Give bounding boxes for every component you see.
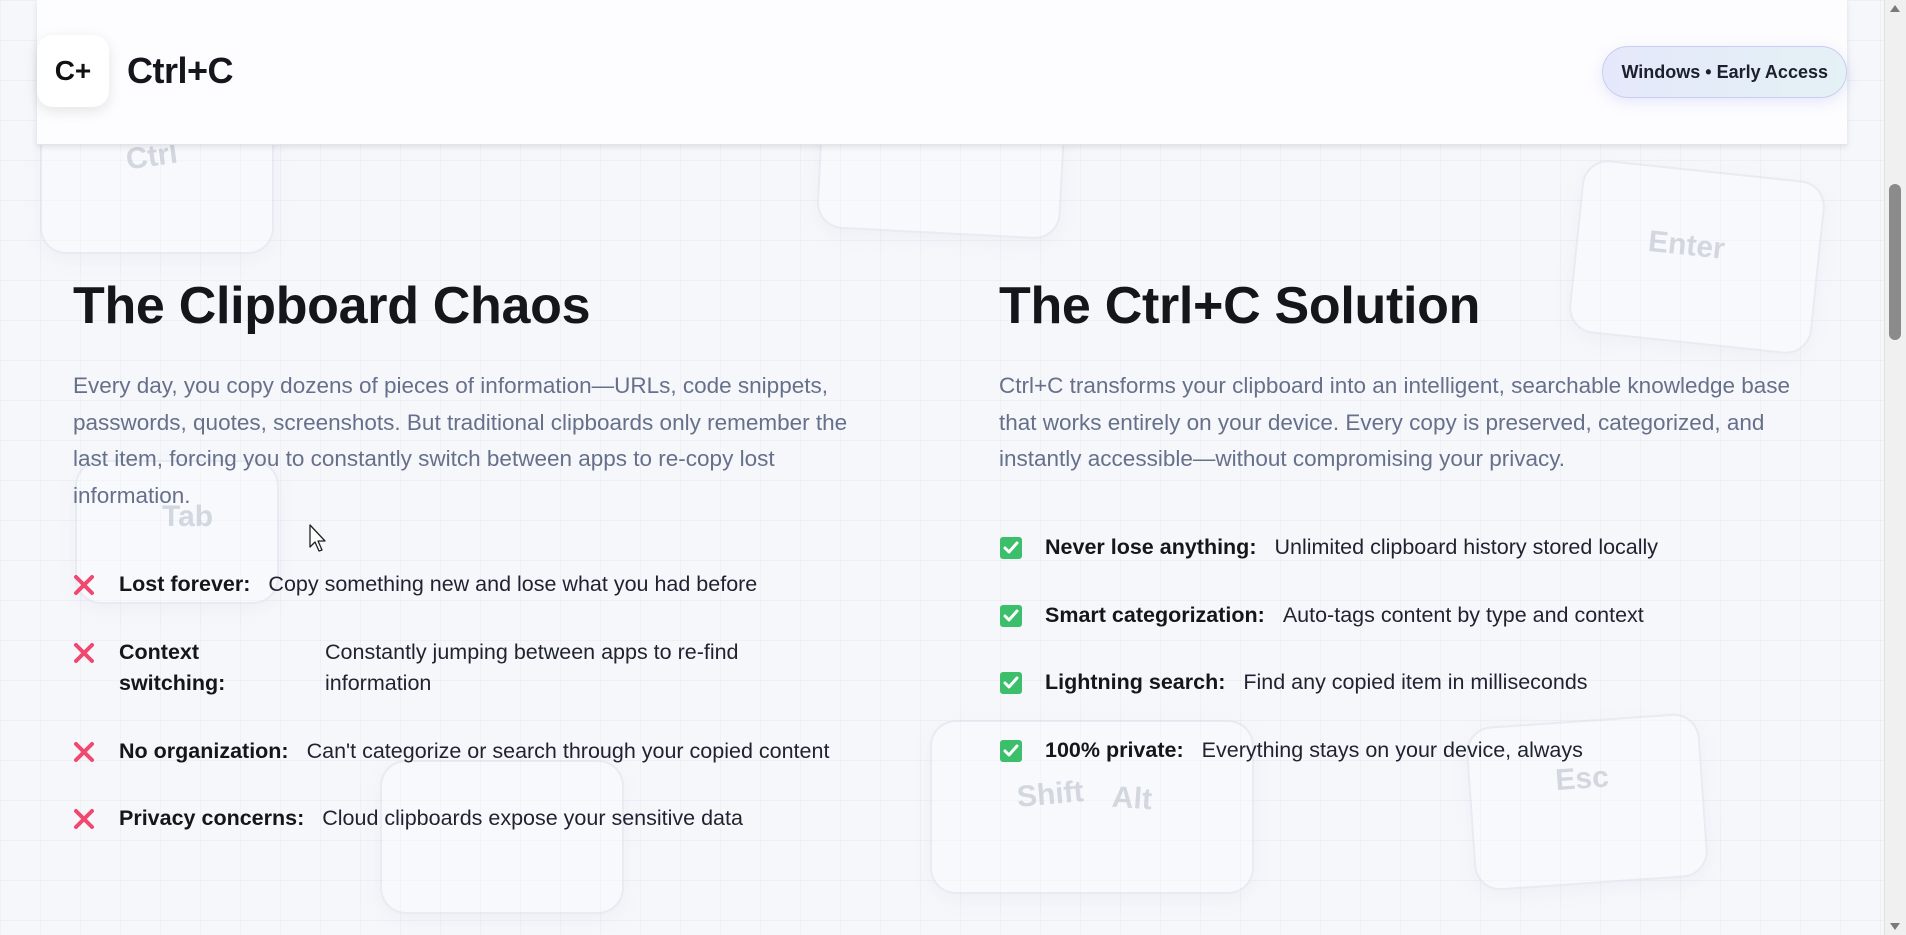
problem-description: Every day, you copy dozens of pieces of … (73, 373, 848, 508)
ghost-key-enter-label: Enter (1646, 224, 1727, 266)
site-header: C+ Ctrl+C Windows • Early Access (37, 0, 1847, 145)
item-text: Constantly jumping between apps to re-fi… (325, 640, 739, 695)
list-item: 100% private: Everything stays on your d… (999, 735, 1583, 766)
list-item: Privacy concerns: Cloud clipboards expos… (73, 803, 743, 834)
checkbox-check-icon (999, 532, 1045, 563)
scrollbar-thumb[interactable] (1889, 184, 1901, 340)
list-item: Lost forever: Copy something new and los… (73, 569, 757, 600)
brand-name[interactable]: Ctrl+C (127, 50, 234, 92)
checkbox-check-icon (999, 735, 1045, 766)
item-text: Everything stays on your device, always (1201, 738, 1583, 762)
x-icon (73, 803, 119, 834)
item-label: Smart categorization: (1045, 603, 1265, 627)
item-label: 100% private: (1045, 738, 1184, 762)
x-icon (73, 736, 119, 767)
item-label: Context switching: (119, 640, 226, 695)
x-icon (73, 569, 119, 600)
item-text: Cloud clipboards expose your sensitive d… (322, 806, 743, 830)
logo-icon[interactable]: C+ (37, 35, 109, 107)
ghost-key-enter: Enter (1566, 157, 1828, 357)
item-text: Find any copied item in milliseconds (1243, 670, 1588, 694)
ghost-key-bottom-left (380, 760, 624, 914)
problem-title: The Clipboard Chaos (73, 277, 591, 335)
list-item: Context switching: Constantly jumping be… (73, 637, 805, 699)
page-scrollbar[interactable] (1884, 0, 1906, 935)
list-item: No organization: Can't categorize or sea… (73, 736, 829, 767)
item-label: No organization: (119, 739, 289, 763)
item-label: Never lose anything: (1045, 535, 1257, 559)
solution-title: The Ctrl+C Solution (999, 277, 1481, 335)
platform-badge: Windows • Early Access (1602, 46, 1847, 98)
scroll-up-arrow-icon[interactable] (1890, 5, 1900, 12)
item-label: Lightning search: (1045, 670, 1226, 694)
item-text: Copy something new and lose what you had… (268, 572, 758, 596)
list-item: Never lose anything: Unlimited clipboard… (999, 532, 1658, 563)
item-label: Privacy concerns: (119, 806, 305, 830)
solution-description: Ctrl+C transforms your clipboard into an… (999, 373, 1791, 471)
checkbox-check-icon (999, 667, 1045, 698)
list-item: Smart categorization: Auto-tags content … (999, 600, 1644, 631)
item-text: Unlimited clipboard history stored local… (1274, 535, 1659, 559)
item-text: Auto-tags content by type and context (1282, 603, 1644, 627)
scroll-down-arrow-icon[interactable] (1890, 923, 1900, 930)
ghost-key-shift-label: Shift (1015, 775, 1085, 814)
mouse-cursor-icon (309, 524, 329, 559)
ghost-key-esc-label: Esc (1554, 760, 1610, 798)
item-text: Can't categorize or search through your … (306, 739, 830, 763)
item-label: Lost forever: (119, 572, 251, 596)
checkbox-check-icon (999, 600, 1045, 631)
list-item: Lightning search: Find any copied item i… (999, 667, 1588, 698)
x-icon (73, 637, 119, 668)
ghost-key-alt-label: Alt (1110, 780, 1154, 817)
